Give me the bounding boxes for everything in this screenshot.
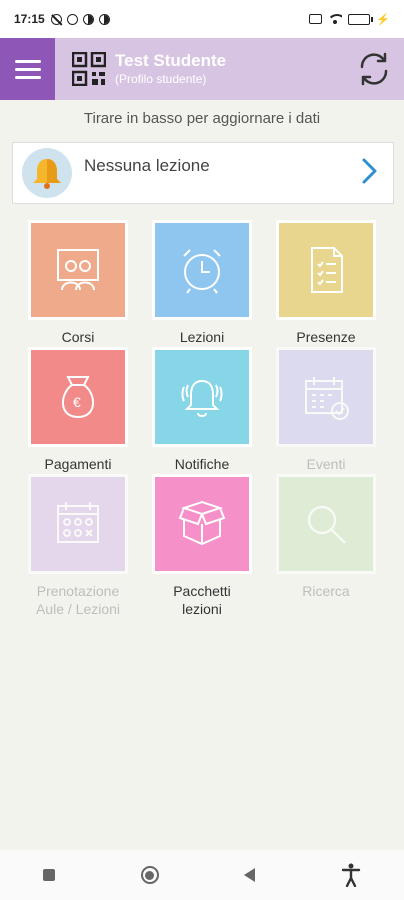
menu-line-icon <box>14 75 41 79</box>
tile-notifiche[interactable]: Notifiche <box>152 350 252 473</box>
bell-icon <box>33 159 61 189</box>
alarm-clock-icon <box>183 249 221 294</box>
tile-box: € <box>31 350 125 444</box>
tile-label: Presenze <box>296 329 356 345</box>
next-lesson-card[interactable]: Nessuna lezione <box>12 142 394 204</box>
tile-box <box>155 223 249 317</box>
accessibility-icon[interactable] <box>341 863 361 887</box>
menu-line-icon <box>14 59 41 63</box>
checklist-document-icon <box>311 247 343 293</box>
sim-icon <box>309 14 323 24</box>
battery-icon <box>348 13 374 25</box>
tile-box <box>279 350 373 444</box>
tile-box <box>279 477 373 571</box>
refresh-icon[interactable] <box>354 49 394 89</box>
tile-label: Pacchetti lezioni <box>173 583 231 617</box>
tile-lezioni[interactable]: Lezioni <box>152 223 252 346</box>
user-profile-type: (Profilo studente) <box>115 72 207 86</box>
alarm-icon <box>66 13 78 25</box>
tile-box <box>31 477 125 571</box>
lesson-bell-avatar <box>22 148 72 198</box>
tile-ricerca[interactable]: Ricerca <box>276 477 376 600</box>
menu-button[interactable] <box>0 38 55 100</box>
status-bar: 17:15 ⚡ <box>0 0 404 38</box>
bell-icon <box>181 379 223 417</box>
tile-box <box>31 223 125 317</box>
app-notification-icon <box>82 13 94 25</box>
lesson-status-text: Nessuna lezione <box>84 156 210 175</box>
svg-text:€: € <box>73 394 81 410</box>
user-name: Test Studente <box>115 51 227 70</box>
charging-icon: ⚡ <box>376 13 390 26</box>
back-icon[interactable] <box>244 868 256 882</box>
chevron-right-icon[interactable] <box>361 157 379 190</box>
tile-label: Ricerca <box>302 583 350 599</box>
tile-label: Lezioni <box>179 329 225 345</box>
pull-to-refresh-hint: Tirare in basso per aggiornare i dati <box>83 110 321 127</box>
home-icon[interactable] <box>140 866 159 884</box>
system-nav-bar <box>0 850 404 900</box>
calendar-grid-icon <box>57 502 99 543</box>
people-board-icon <box>57 249 99 291</box>
dnd-icon <box>50 13 62 25</box>
tile-label: Pagamenti <box>44 456 112 472</box>
search-icon <box>307 505 346 544</box>
status-time: 17:15 <box>14 12 45 26</box>
app-header: Test Studente (Profilo studente) <box>0 38 404 100</box>
menu-line-icon <box>14 67 41 71</box>
money-bag-icon: € <box>62 376 94 419</box>
recent-apps-icon[interactable] <box>42 869 55 881</box>
tile-pacchetti[interactable]: Pacchetti lezioni <box>152 477 252 618</box>
tile-prenotazione[interactable]: Prenotazione Aule / Lezioni <box>28 477 128 618</box>
calendar-check-icon <box>305 377 349 420</box>
open-box-icon <box>178 500 226 546</box>
tile-label: Corsi <box>61 329 95 345</box>
qr-code-icon[interactable] <box>72 52 106 86</box>
tile-label: Eventi <box>306 456 346 472</box>
tile-eventi[interactable]: Eventi <box>276 350 376 473</box>
tile-label: Notifiche <box>174 456 230 472</box>
tile-presenze[interactable]: Presenze <box>276 223 376 346</box>
tile-box <box>279 223 373 317</box>
tile-box <box>155 350 249 444</box>
wifi-icon <box>328 14 343 24</box>
tile-box <box>155 477 249 571</box>
tile-label: Prenotazione Aule / Lezioni <box>35 583 121 617</box>
tile-corsi[interactable]: Corsi <box>28 223 128 346</box>
tile-pagamenti[interactable]: € Pagamenti <box>28 350 128 473</box>
app-notification-icon-2 <box>98 13 110 25</box>
